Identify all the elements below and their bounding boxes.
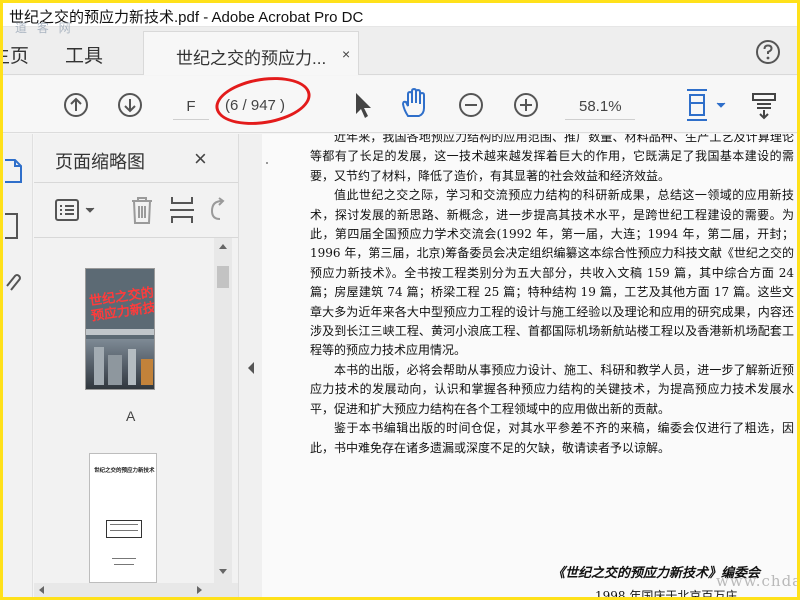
- page-thumbnails-nav-icon[interactable]: [3, 156, 23, 184]
- previous-page-icon[interactable]: [63, 92, 89, 118]
- hand-tool-icon[interactable]: [399, 88, 429, 120]
- page-corner-mark: [266, 162, 268, 164]
- thumbnail-scrollbar[interactable]: [214, 238, 232, 583]
- select-tool-icon[interactable]: [351, 90, 373, 120]
- cover-building: [128, 349, 136, 385]
- paragraph-3: 本书的出版，必将会帮助从事预应力设计、施工、科研和教学人员，进一步了解新近预应力…: [310, 362, 794, 416]
- page-thumbnails-panel: 页面缩略图 × 世纪之交的 预应力新技术 A 世纪之交的预应力新技术: [34, 134, 238, 597]
- bookmarks-nav-icon[interactable]: [3, 212, 23, 240]
- close-tab-icon[interactable]: ×: [342, 46, 350, 62]
- tab-tools[interactable]: 工具: [65, 41, 103, 68]
- next-page-icon[interactable]: [117, 92, 143, 118]
- scroll-down-icon[interactable]: [218, 568, 228, 576]
- collapse-panel-icon[interactable]: [247, 362, 255, 374]
- zoom-out-icon[interactable]: [458, 92, 484, 118]
- page2-title: 世纪之交的预应力新技术: [94, 468, 155, 474]
- page-layout-icon[interactable]: [681, 88, 729, 122]
- panel-title: 页面缩略图: [55, 152, 145, 172]
- toolbar: F (6 / 947 ) 58.1%: [3, 70, 797, 133]
- more-tools-icon[interactable]: [749, 90, 779, 120]
- date-line: 1998 年国庆于北京百万庄: [595, 589, 738, 597]
- thumbnail-options-icon[interactable]: [54, 197, 98, 223]
- delete-page-icon[interactable]: [128, 195, 156, 225]
- tab-document[interactable]: 世纪之交的预应力... ×: [143, 31, 359, 75]
- zoom-level-input[interactable]: 58.1%: [565, 94, 635, 120]
- tab-home[interactable]: 主页: [3, 41, 29, 68]
- tab-document-label: 世纪之交的预应力...: [176, 49, 327, 68]
- cover-building: [94, 347, 104, 385]
- thumbnail-page-2[interactable]: 世纪之交的预应力新技术: [89, 453, 157, 583]
- paragraph-1: 近年来，我国各地预应力结构的应用范围、推广数量、材料品种、生产工艺及计算理论等都…: [310, 134, 794, 183]
- zoom-in-icon[interactable]: [513, 92, 539, 118]
- cover-building: [141, 359, 153, 385]
- tab-bar: 主页 工具 世纪之交的预应力... ×: [3, 27, 797, 75]
- thumbnail-horizontal-scrollbar[interactable]: [34, 583, 238, 597]
- paragraph-2: 值此世纪之交之际，学习和交流预应力结构的科研新成果，总结这一领域的应用新技术，探…: [310, 188, 794, 358]
- stamp-line: [110, 524, 138, 525]
- document-text: 近年来，我国各地预应力结构的应用范围、推广数量、材料品种、生产工艺及计算理论等都…: [310, 134, 794, 458]
- attachments-nav-icon[interactable]: [3, 268, 23, 294]
- thumbnail-label-page-1: A: [126, 408, 136, 424]
- library-stamp: [106, 520, 142, 538]
- cover-stripe: [86, 329, 154, 335]
- stamp-line: [110, 530, 138, 531]
- watermark-top: 道 客 网: [15, 21, 74, 35]
- panel-splitter[interactable]: [238, 134, 262, 597]
- cover-title: 世纪之交的 预应力新技术: [88, 285, 155, 325]
- paragraph-4: 鉴于本书编辑出版的时间仓促，对其水平参差不齐的来稿，编委会仅进行了粗选，因此，书…: [310, 421, 794, 455]
- left-navigation-strip: [3, 134, 33, 597]
- date-line: [114, 564, 134, 565]
- title-bar: 世纪之交的预应力新技术.pdf - Adobe Acrobat Pro DC: [3, 3, 797, 27]
- panel-close-icon[interactable]: ×: [194, 146, 207, 172]
- thumbnail-page-1[interactable]: 世纪之交的 预应力新技术: [85, 268, 155, 390]
- scroll-right-icon[interactable]: [196, 586, 204, 594]
- acrobat-window: 世纪之交的预应力新技术.pdf - Adobe Acrobat Pro DC 主…: [3, 3, 797, 597]
- red-annotation-oval: [211, 70, 315, 132]
- thumbnail-list: 世纪之交的 预应力新技术 A 世纪之交的预应力新技术: [34, 238, 209, 583]
- scroll-up-icon[interactable]: [218, 242, 228, 250]
- help-icon[interactable]: [755, 39, 781, 65]
- page-number-input[interactable]: F: [173, 94, 209, 120]
- insert-page-icon[interactable]: [168, 195, 196, 225]
- thumbnail-toolbar: [34, 182, 238, 238]
- cover-building: [108, 355, 122, 385]
- scrollbar-thumb[interactable]: [217, 266, 229, 288]
- scroll-left-icon[interactable]: [37, 586, 45, 594]
- publisher-line: [112, 558, 136, 559]
- document-view[interactable]: 近年来，我国各地预应力结构的应用范围、推广数量、材料品种、生产工艺及计算理论等都…: [262, 134, 797, 597]
- rotate-page-icon[interactable]: [208, 197, 228, 223]
